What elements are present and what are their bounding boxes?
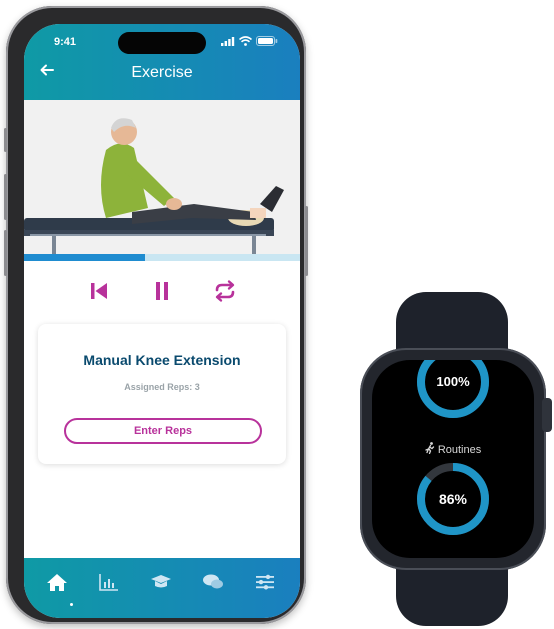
playback-controls	[24, 278, 300, 304]
wifi-icon	[239, 36, 252, 46]
status-time: 9:41	[54, 36, 77, 48]
education-icon	[151, 575, 171, 588]
bottom-tab-bar	[24, 558, 300, 618]
exercise-card: Manual Knee Extension Assigned Reps: 3 E…	[38, 324, 286, 464]
tab-home[interactable]	[46, 572, 68, 592]
routines-label: Routines	[372, 442, 534, 456]
watch-rings	[417, 360, 489, 535]
phone-power-button	[305, 206, 308, 276]
phone-screen: 9:41 Exercise Manual Knee Extension Assi…	[24, 24, 300, 618]
previous-button[interactable]	[86, 278, 112, 304]
phone-volume-up	[4, 174, 7, 220]
ring-value-bottom: 86%	[438, 491, 468, 507]
video-progress-bar[interactable]	[24, 254, 300, 261]
tab-education[interactable]	[150, 572, 172, 592]
chart-icon	[99, 574, 118, 591]
assigned-reps: Assigned Reps: 3	[124, 382, 200, 392]
exercise-video[interactable]	[24, 100, 300, 254]
pause-button[interactable]	[149, 278, 175, 304]
app-header: 9:41 Exercise	[24, 24, 300, 100]
routines-text: Routines	[437, 444, 482, 456]
enter-reps-button[interactable]: Enter Reps	[64, 418, 262, 444]
skip-previous-icon	[91, 283, 107, 299]
repeat-button[interactable]	[212, 278, 238, 304]
home-icon	[47, 574, 67, 591]
ring-value-top: 100%	[436, 374, 470, 389]
watch-screen: 100% Routines 86%	[372, 360, 534, 558]
repeat-icon	[215, 280, 235, 302]
page-title: Exercise	[131, 64, 193, 81]
video-progress-fill	[24, 254, 146, 261]
pause-icon	[156, 282, 168, 300]
battery-icon	[256, 36, 278, 46]
phone-device: 9:41 Exercise Manual Knee Extension Assi…	[4, 6, 308, 624]
status-icons	[221, 36, 278, 46]
active-tab-indicator	[70, 603, 73, 606]
dynamic-island	[118, 32, 206, 54]
tab-messages[interactable]	[202, 572, 224, 592]
tab-progress[interactable]	[98, 572, 120, 592]
phone-volume-down	[4, 230, 7, 276]
running-figure-icon	[425, 442, 434, 455]
tab-settings[interactable]	[254, 572, 276, 592]
product-showcase: 9:41 Exercise Manual Knee Extension Assi…	[0, 0, 554, 629]
chat-icon	[203, 574, 223, 589]
phone-silent-switch	[4, 128, 7, 152]
exercise-title: Manual Knee Extension	[83, 352, 241, 368]
signal-icon	[221, 36, 235, 46]
exercise-video-frame-image	[24, 100, 300, 254]
settings-icon	[256, 574, 274, 590]
watch-digital-crown[interactable]	[542, 398, 552, 432]
